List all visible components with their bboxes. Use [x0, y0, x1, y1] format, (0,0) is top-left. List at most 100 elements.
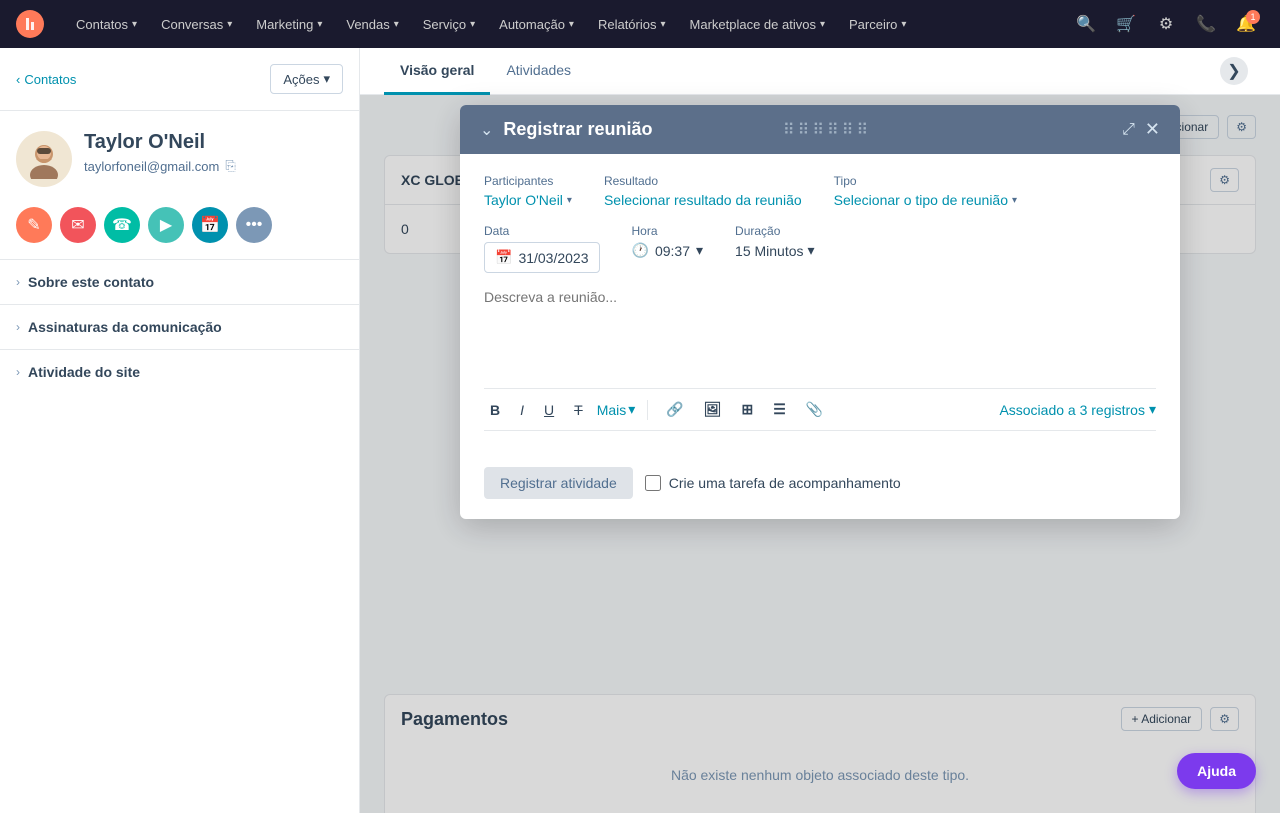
chevron-down-icon: ▾ [569, 19, 574, 30]
nav-contatos[interactable]: Contatos ▾ [64, 0, 149, 48]
video-icon-button[interactable]: ▶ [148, 207, 184, 243]
phone-icon-button[interactable]: 📞 [1188, 6, 1224, 42]
tab-visao-geral[interactable]: Visão geral [384, 48, 490, 95]
contact-profile: Taylor O'Neil taylorfoneil@gmail.com ⎘ [0, 111, 359, 207]
sidebar-header: ‹ Contatos Ações ▾ [0, 48, 359, 111]
more-options-button[interactable]: Mais ▾ [597, 401, 636, 418]
underline-button[interactable]: U [538, 398, 560, 422]
calendar-icon-button[interactable]: 📅 [192, 207, 228, 243]
more-icon-button[interactable]: ••• [236, 207, 272, 243]
chevron-down-icon: ▾ [323, 71, 330, 87]
resultado-field: Resultado Selecionar resultado da reuniã… [604, 174, 802, 208]
phone-icon-button[interactable]: ☎ [104, 207, 140, 243]
nav-vendas[interactable]: Vendas ▾ [334, 0, 410, 48]
main-area: + Adicionar ⚙ XC GLOBAL ⚙ 0 [360, 95, 1280, 813]
modal-row-1: Participantes Taylor O'Neil ▾ Resultado … [484, 174, 1156, 208]
nav-marketplace[interactable]: Marketplace de ativos ▾ [678, 0, 837, 48]
modal-collapse-button[interactable]: ⌄ [480, 120, 493, 140]
email-icon-button[interactable]: ✉ [60, 207, 96, 243]
chevron-down-icon: ▾ [696, 242, 703, 259]
notifications-badge: 1 [1246, 10, 1260, 24]
nav-servico[interactable]: Serviço ▾ [411, 0, 487, 48]
collapse-panel-button[interactable]: ❯ [1220, 57, 1248, 85]
modal-close-button[interactable]: ✕ [1145, 119, 1160, 140]
nav-conversas[interactable]: Conversas ▾ [149, 0, 244, 48]
chevron-down-icon: ▾ [132, 19, 137, 30]
description-input[interactable] [484, 289, 1156, 369]
editor-toolbar: B I U T Mais ▾ 🔗 🖼 ⊞ ☰ [484, 388, 1156, 431]
chevron-down-icon: ▾ [1149, 401, 1156, 418]
sidebar-item-assinaturas[interactable]: › Assinaturas da comunicação [0, 304, 359, 349]
modal-overlay: ⌄ Registrar reunião ⠿⠿⠿⠿⠿⠿ ⤢ ✕ Participa… [360, 95, 1280, 813]
chevron-down-icon: ▾ [628, 401, 635, 418]
drag-handle-icon: ⠿⠿⠿⠿⠿⠿ [783, 120, 871, 140]
notifications-icon-button[interactable]: 🔔 1 [1228, 6, 1264, 42]
edit-icon-button[interactable]: ✎ [16, 207, 52, 243]
modal-expand-button[interactable]: ⤢ [1122, 121, 1135, 139]
nav-relatorios[interactable]: Relatórios ▾ [586, 0, 678, 48]
contact-email: taylorfoneil@gmail.com ⎘ [84, 158, 236, 174]
followup-label: Crie uma tarefa de acompanhamento [669, 475, 901, 491]
acoes-button[interactable]: Ações ▾ [270, 64, 343, 94]
list-button[interactable]: ☰ [767, 397, 792, 422]
main-content: Visão geral Atividades ❯ + Adicionar ⚙ X… [360, 48, 1280, 813]
participantes-value[interactable]: Taylor O'Neil ▾ [484, 192, 572, 208]
chevron-down-icon: ▾ [820, 19, 825, 30]
settings-icon-button[interactable]: ⚙ [1148, 6, 1184, 42]
tabs-bar: Visão geral Atividades ❯ [360, 48, 1280, 95]
chevron-right-icon: › [16, 365, 20, 379]
hora-label: Hora [632, 224, 704, 238]
app-layout: ‹ Contatos Ações ▾ T [0, 48, 1280, 813]
data-field: Data 📅 31/03/2023 [484, 224, 600, 273]
chevron-down-icon: ▾ [901, 19, 906, 30]
top-navigation: Contatos ▾ Conversas ▾ Marketing ▾ Venda… [0, 0, 1280, 48]
duracao-field: Duração 15 Minutos ▾ [735, 224, 815, 273]
modal-header: ⌄ Registrar reunião ⠿⠿⠿⠿⠿⠿ ⤢ ✕ [460, 105, 1180, 154]
followup-checkbox-wrap: Crie uma tarefa de acompanhamento [645, 475, 901, 491]
tab-atividades[interactable]: Atividades [490, 48, 587, 95]
contact-name: Taylor O'Neil [84, 131, 236, 154]
marketplace-icon-button[interactable]: 🛒 [1108, 6, 1144, 42]
image-button[interactable]: 🖼 [698, 397, 728, 422]
ajuda-button[interactable]: Ajuda [1177, 753, 1256, 789]
strikethrough-button[interactable]: T [568, 398, 589, 422]
nav-marketing[interactable]: Marketing ▾ [244, 0, 334, 48]
chevron-right-icon: › [16, 275, 20, 289]
chevron-down-icon: ▾ [227, 19, 232, 30]
nav-parceiro[interactable]: Parceiro ▾ [837, 0, 918, 48]
modal-footer: Registrar atividade Crie uma tarefa de a… [460, 467, 1180, 519]
sidebar-item-atividade[interactable]: › Atividade do site [0, 349, 359, 394]
chevron-down-icon: ▾ [317, 19, 322, 30]
tipo-value[interactable]: Selecionar o tipo de reunião ▾ [834, 192, 1017, 208]
italic-button[interactable]: I [514, 398, 530, 422]
search-icon-button[interactable]: 🔍 [1068, 6, 1104, 42]
data-label: Data [484, 224, 600, 238]
date-picker[interactable]: 📅 31/03/2023 [484, 242, 600, 273]
chevron-down-icon: ▾ [808, 242, 815, 259]
time-picker[interactable]: 🕐 09:37 ▾ [632, 242, 704, 259]
associated-records-button[interactable]: Associado a 3 registros ▾ [999, 401, 1156, 418]
avatar [16, 131, 72, 187]
attachment-button[interactable]: 📎 [800, 397, 829, 422]
action-icons-row: ✎ ✉ ☎ ▶ 📅 ••• [0, 207, 359, 259]
clock-icon: 🕐 [632, 242, 649, 259]
followup-checkbox[interactable] [645, 475, 661, 491]
tipo-field: Tipo Selecionar o tipo de reunião ▾ [834, 174, 1017, 208]
link-button[interactable]: 🔗 [660, 397, 689, 422]
chevron-right-icon: › [16, 320, 20, 334]
modal-row-2: Data 📅 31/03/2023 Hora 🕐 09:3 [484, 224, 1156, 273]
nav-automacao[interactable]: Automação ▾ [487, 0, 586, 48]
hora-field: Hora 🕐 09:37 ▾ [632, 224, 704, 273]
copy-email-icon[interactable]: ⎘ [225, 158, 235, 174]
sidebar-item-sobre[interactable]: › Sobre este contato [0, 259, 359, 304]
duration-picker[interactable]: 15 Minutos ▾ [735, 242, 815, 259]
duracao-label: Duração [735, 224, 815, 238]
back-to-contatos[interactable]: ‹ Contatos [16, 72, 76, 87]
bold-button[interactable]: B [484, 398, 506, 422]
table-button[interactable]: ⊞ [736, 397, 760, 422]
hubspot-logo[interactable] [16, 10, 44, 38]
contact-info: Taylor O'Neil taylorfoneil@gmail.com ⎘ [84, 131, 236, 174]
register-activity-button[interactable]: Registrar atividade [484, 467, 633, 499]
modal-title: Registrar reunião [503, 119, 652, 140]
resultado-value[interactable]: Selecionar resultado da reunião [604, 192, 802, 208]
